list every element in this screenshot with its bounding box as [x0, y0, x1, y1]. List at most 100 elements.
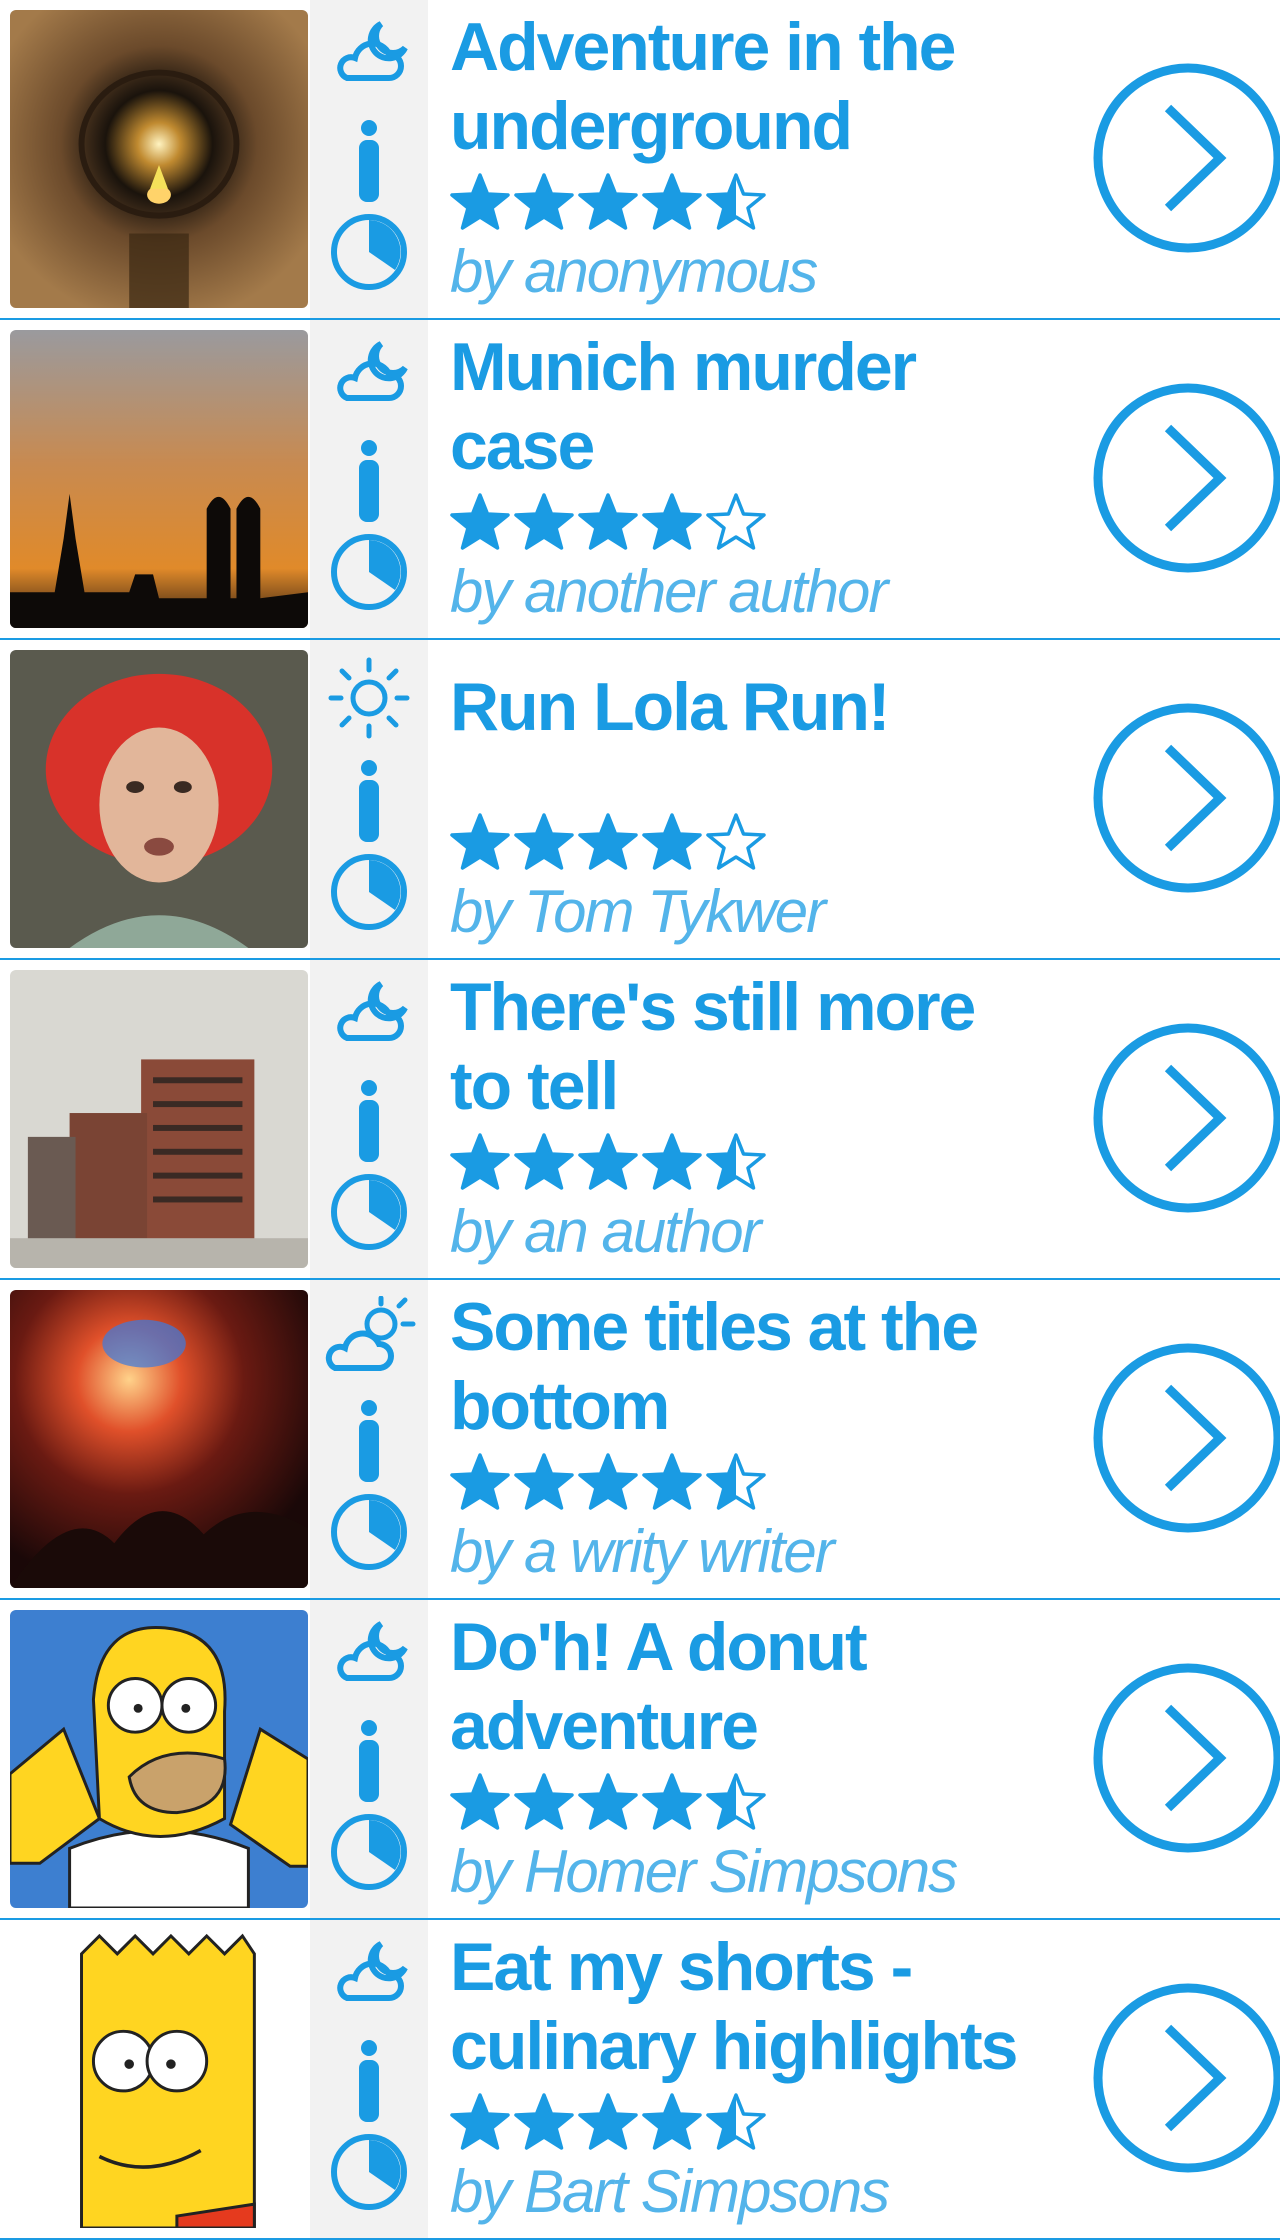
list-item[interactable]: Adventure in the underground by anonymou… — [0, 0, 1280, 320]
story-title: Do'h! A donut adventure — [450, 1609, 868, 1764]
star-full-icon — [578, 1773, 638, 1830]
story-thumbnail-homer — [10, 1610, 308, 1908]
person-icon — [310, 1078, 428, 1164]
star-full-icon — [450, 813, 510, 870]
person-icon — [310, 118, 428, 204]
story-title: Eat my shorts - culinary highlights — [450, 1929, 1019, 2084]
star-full-icon — [450, 1773, 510, 1830]
star-empty-icon — [706, 813, 766, 870]
meta-column — [310, 0, 428, 318]
cloud-moon-icon — [310, 336, 428, 426]
star-full-icon — [514, 1453, 574, 1510]
story-author: by Homer Simpsons — [450, 1838, 958, 1905]
chevron-right-icon — [1093, 1663, 1280, 1853]
story-author: by an author — [450, 1198, 762, 1265]
clock-icon — [310, 1492, 428, 1580]
star-rating — [450, 492, 766, 552]
person-icon — [310, 438, 428, 524]
star-half-icon — [706, 1773, 766, 1830]
chevron-right-icon — [1093, 703, 1280, 893]
story-thumbnail-munich — [10, 330, 308, 628]
clock-icon — [310, 212, 428, 300]
person-icon — [310, 1398, 428, 1484]
star-full-icon — [450, 493, 510, 550]
star-full-icon — [642, 1453, 702, 1510]
list-item[interactable]: Some titles at the bottom by a writy wri… — [0, 1280, 1280, 1600]
star-full-icon — [514, 1133, 574, 1190]
chevron-right-icon — [1093, 1023, 1280, 1213]
star-rating — [450, 1132, 766, 1192]
star-full-icon — [642, 173, 702, 230]
clock-icon — [310, 852, 428, 940]
star-rating — [450, 812, 766, 872]
person-icon — [310, 2038, 428, 2124]
star-full-icon — [578, 173, 638, 230]
star-rating — [450, 2092, 766, 2152]
list-item[interactable]: There's still more to tell by an author — [0, 960, 1280, 1280]
story-title: There's still more to tell — [450, 969, 976, 1124]
star-full-icon — [450, 1133, 510, 1190]
meta-column — [310, 1600, 428, 1918]
clock-icon — [310, 1812, 428, 1900]
clock-icon — [310, 1172, 428, 1260]
story-thumbnail-tunnel — [10, 10, 308, 308]
story-thumbnail-concert — [10, 1290, 308, 1588]
story-author: by another author — [450, 558, 888, 625]
star-half-icon — [706, 2093, 766, 2150]
list-item[interactable]: Run Lola Run! by Tom Tykwer — [0, 640, 1280, 960]
list-item[interactable]: Do'h! A donut adventure by Homer Simpson… — [0, 1600, 1280, 1920]
cloud-moon-icon — [310, 16, 428, 106]
star-full-icon — [514, 1773, 574, 1830]
list-item[interactable]: Eat my shorts - culinary highlights by B… — [0, 1920, 1280, 2240]
star-full-icon — [514, 493, 574, 550]
star-full-icon — [578, 813, 638, 870]
star-full-icon — [642, 813, 702, 870]
star-full-icon — [450, 2093, 510, 2150]
open-story-button[interactable] — [1092, 1982, 1280, 2174]
story-thumbnail-lola — [10, 650, 308, 948]
star-full-icon — [642, 493, 702, 550]
chevron-right-icon — [1093, 1983, 1280, 2173]
story-title: Adventure in the underground — [450, 9, 957, 164]
cloud-moon-icon — [310, 1616, 428, 1706]
meta-column — [310, 1920, 428, 2238]
star-full-icon — [578, 2093, 638, 2150]
story-title: Munich murder case — [450, 329, 917, 484]
star-full-icon — [514, 2093, 574, 2150]
star-full-icon — [450, 173, 510, 230]
star-full-icon — [642, 2093, 702, 2150]
star-full-icon — [642, 1133, 702, 1190]
open-story-button[interactable] — [1092, 702, 1280, 894]
chevron-right-icon — [1093, 383, 1280, 573]
star-half-icon — [706, 1133, 766, 1190]
story-thumbnail-building — [10, 970, 308, 1268]
meta-column — [310, 320, 428, 638]
cloud-moon-icon — [310, 976, 428, 1066]
story-title: Run Lola Run! — [450, 669, 891, 745]
story-author: by a writy writer — [450, 1518, 835, 1585]
story-author: by Tom Tykwer — [450, 878, 826, 945]
list-item[interactable]: Munich murder case by another author — [0, 320, 1280, 640]
open-story-button[interactable] — [1092, 1662, 1280, 1854]
story-author: by Bart Simpsons — [450, 2158, 890, 2225]
star-rating — [450, 172, 766, 232]
chevron-right-icon — [1093, 63, 1280, 253]
open-story-button[interactable] — [1092, 382, 1280, 574]
clock-icon — [310, 532, 428, 620]
cloud-sun-icon — [310, 1296, 428, 1386]
star-full-icon — [578, 493, 638, 550]
star-full-icon — [578, 1453, 638, 1510]
open-story-button[interactable] — [1092, 62, 1280, 254]
star-half-icon — [706, 173, 766, 230]
meta-column — [310, 960, 428, 1278]
open-story-button[interactable] — [1092, 1022, 1280, 1214]
star-half-icon — [706, 1453, 766, 1510]
story-thumbnail-bart — [10, 1930, 308, 2228]
star-full-icon — [642, 1773, 702, 1830]
star-empty-icon — [706, 493, 766, 550]
star-rating — [450, 1452, 766, 1512]
clock-icon — [310, 2132, 428, 2220]
sun-icon — [310, 656, 428, 746]
meta-column — [310, 640, 428, 958]
open-story-button[interactable] — [1092, 1342, 1280, 1534]
